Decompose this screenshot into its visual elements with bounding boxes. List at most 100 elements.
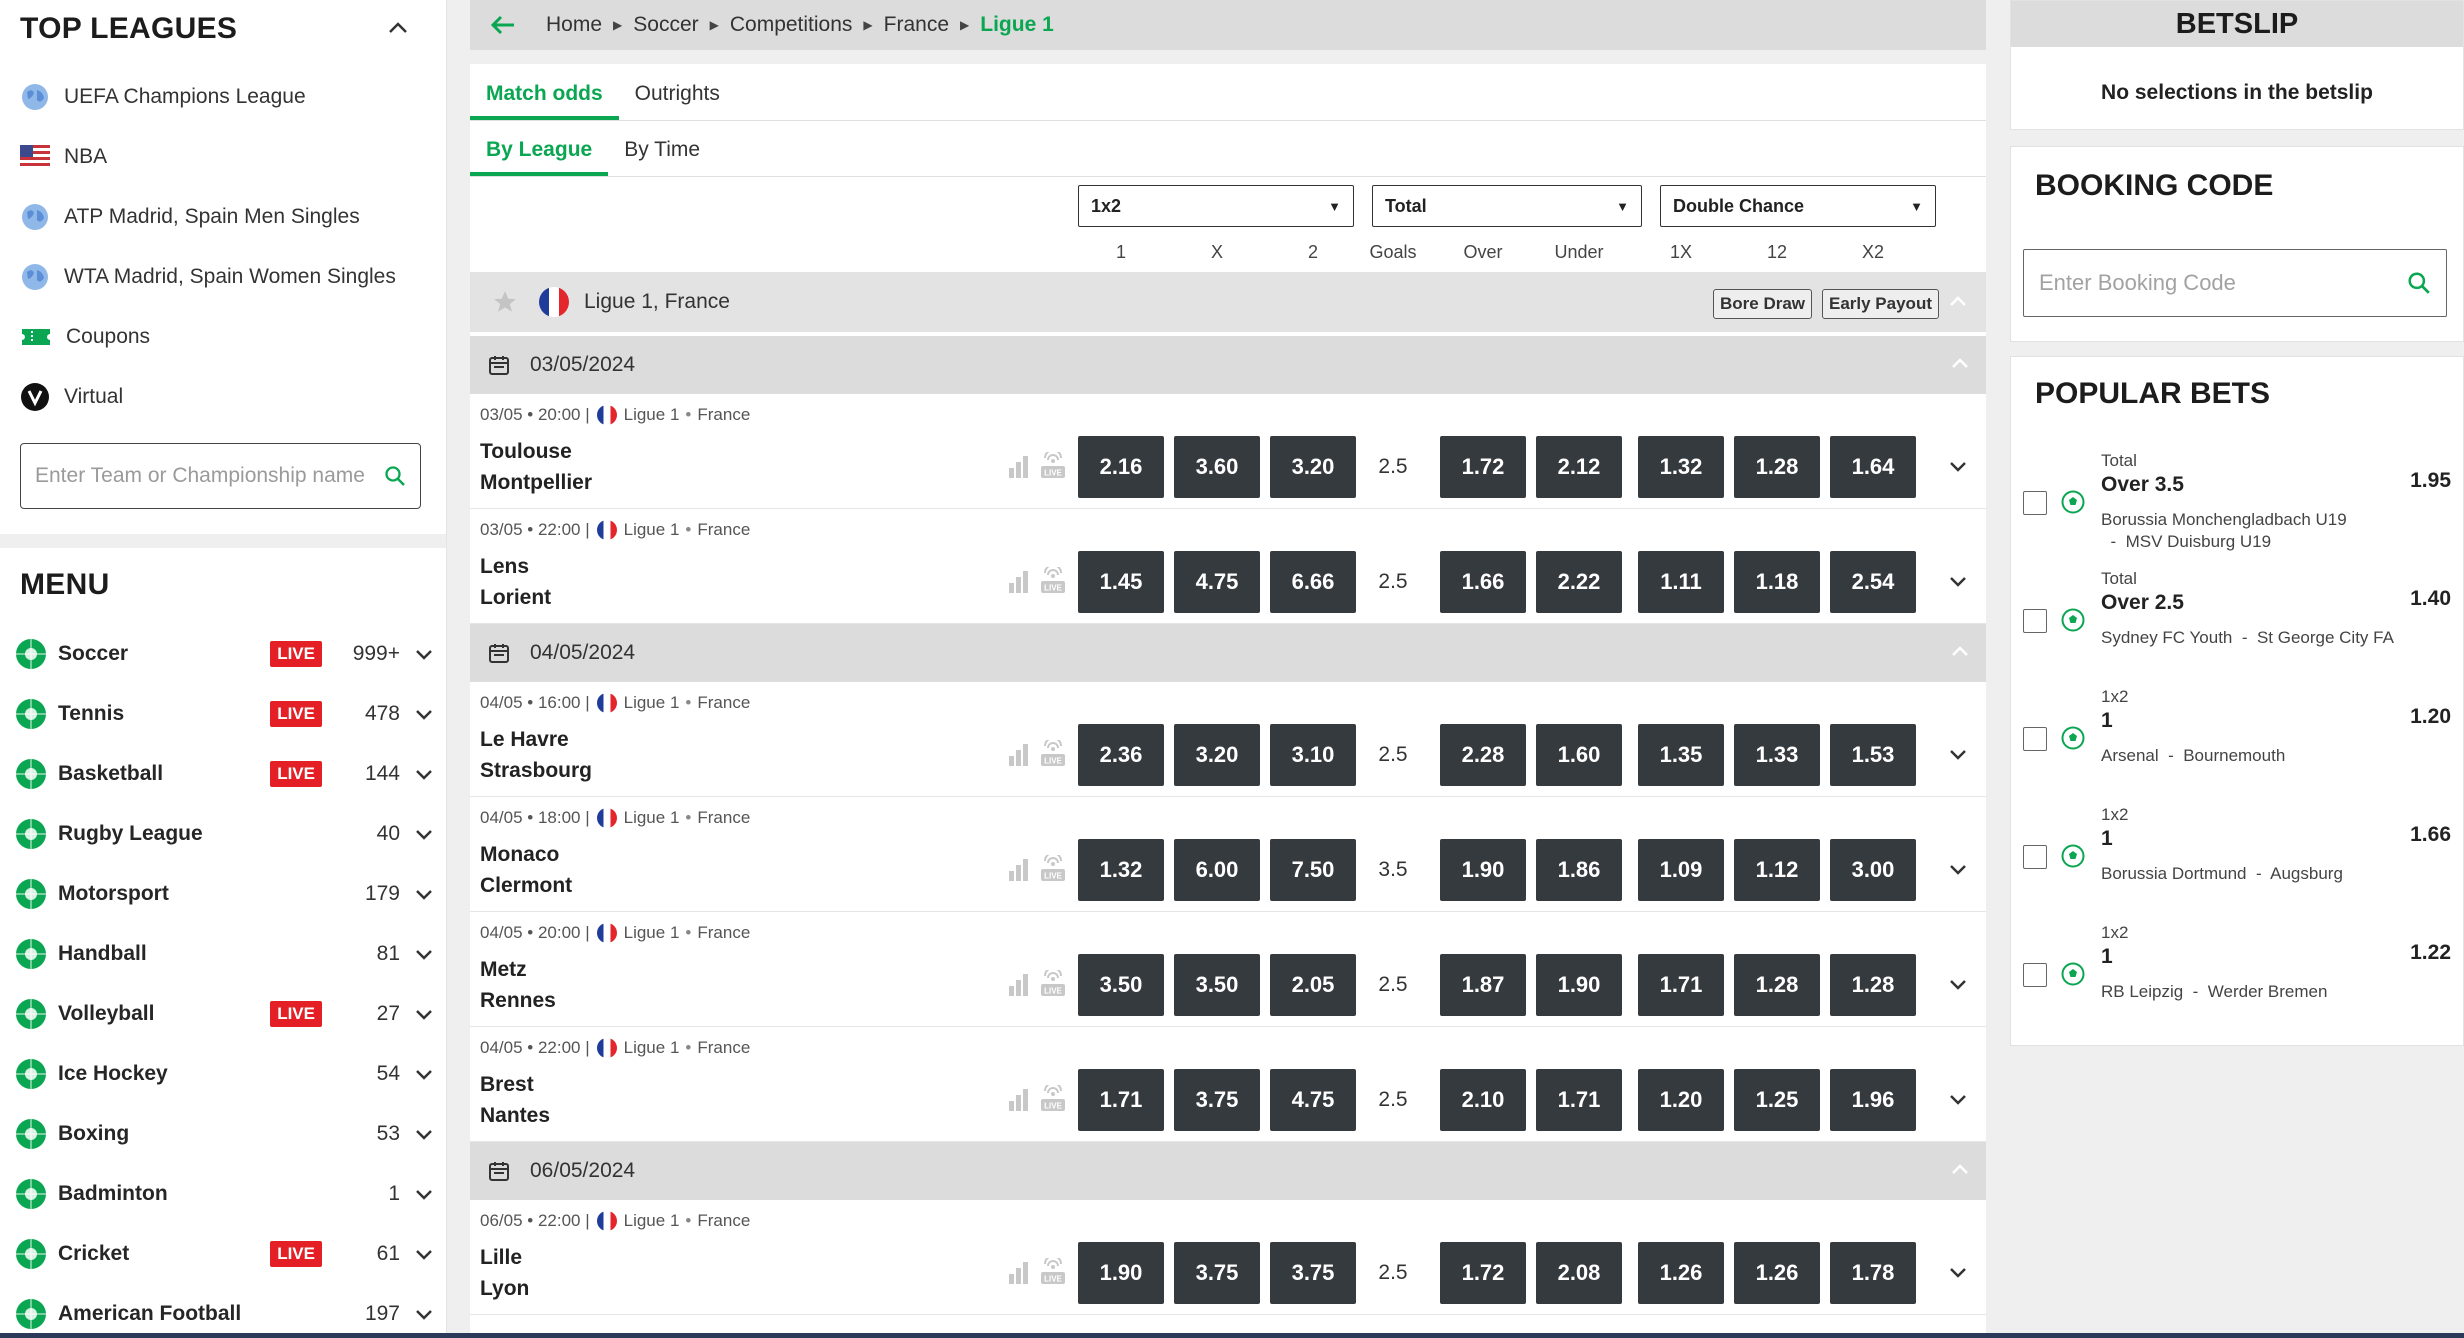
home-team[interactable]: Toulouse (480, 440, 572, 464)
live-stream-icon[interactable]: LIVE (1040, 1085, 1066, 1113)
odds-button-2[interactable]: 7.50 (1270, 839, 1356, 901)
odds-button-x2[interactable]: 1.78 (1830, 1242, 1916, 1304)
breadcrumb-home[interactable]: Home (546, 13, 602, 37)
breadcrumb-ligue-1[interactable]: Ligue 1 (980, 13, 1054, 37)
odds-button-x2[interactable]: 1.96 (1830, 1069, 1916, 1131)
popular-bet-checkbox[interactable] (2023, 963, 2047, 987)
chevron-down-icon[interactable] (1948, 976, 1968, 992)
odds-button-2[interactable]: 2.05 (1270, 954, 1356, 1016)
popular-bet-price[interactable]: 1.95 (2410, 469, 2451, 493)
odds-button-x[interactable]: 3.75 (1174, 1242, 1260, 1304)
odds-button-over[interactable]: 2.28 (1440, 724, 1526, 786)
odds-button-under[interactable]: 1.60 (1536, 724, 1622, 786)
live-stream-icon[interactable]: LIVE (1040, 452, 1066, 480)
chevron-down-icon[interactable] (1948, 458, 1968, 474)
top-league-item[interactable]: WTA Madrid, Spain Women Singles (20, 255, 420, 299)
away-team[interactable]: Lorient (480, 586, 551, 610)
odds-button-x2[interactable]: 1.28 (1830, 954, 1916, 1016)
chevron-down-icon[interactable] (1948, 573, 1968, 589)
home-team[interactable]: Lille (480, 1246, 522, 1270)
market-select-1x2[interactable]: 1x2 ▼ (1078, 185, 1354, 227)
live-stream-icon[interactable]: LIVE (1040, 740, 1066, 768)
team-search-field[interactable] (20, 443, 421, 509)
chevron-down-icon[interactable] (1948, 1264, 1968, 1280)
popular-bet-checkbox[interactable] (2023, 491, 2047, 515)
top-league-item[interactable]: UEFA Champions League (20, 75, 420, 119)
odds-button-1x[interactable]: 1.35 (1638, 724, 1724, 786)
chevron-up-icon[interactable] (1950, 1162, 1970, 1176)
stats-icon[interactable] (1008, 1260, 1030, 1286)
breadcrumb-soccer[interactable]: Soccer (633, 13, 698, 37)
odds-button-1x[interactable]: 1.71 (1638, 954, 1724, 1016)
home-team[interactable]: Le Havre (480, 728, 569, 752)
odds-button-2[interactable]: 3.75 (1270, 1242, 1356, 1304)
odds-button-1[interactable]: 3.50 (1078, 954, 1164, 1016)
stats-icon[interactable] (1008, 742, 1030, 768)
odds-button-x[interactable]: 3.20 (1174, 724, 1260, 786)
stats-icon[interactable] (1008, 1087, 1030, 1113)
chevron-down-icon[interactable] (414, 1186, 434, 1202)
odds-button-x[interactable]: 3.75 (1174, 1069, 1260, 1131)
away-team[interactable]: Strasbourg (480, 759, 592, 783)
chevron-down-icon[interactable] (414, 766, 434, 782)
odds-button-over[interactable]: 1.90 (1440, 839, 1526, 901)
sport-item-rugby-league[interactable]: Rugby League 40 (14, 806, 434, 862)
odds-button-1[interactable]: 1.90 (1078, 1242, 1164, 1304)
odds-button-under[interactable]: 2.12 (1536, 436, 1622, 498)
chevron-down-icon[interactable] (414, 826, 434, 842)
chevron-down-icon[interactable] (414, 646, 434, 662)
booking-code-input[interactable] (2039, 270, 2407, 296)
tab-match-odds[interactable]: Match odds (470, 68, 619, 120)
chevron-up-icon[interactable] (1950, 356, 1970, 370)
chevron-up-icon[interactable] (1950, 644, 1970, 658)
odds-button-under[interactable]: 2.22 (1536, 551, 1622, 613)
sport-item-cricket[interactable]: Cricket LIVE 61 (14, 1226, 434, 1282)
chevron-down-icon[interactable] (414, 1066, 434, 1082)
stats-icon[interactable] (1008, 857, 1030, 883)
breadcrumb-france[interactable]: France (884, 13, 949, 37)
odds-button-2[interactable]: 6.66 (1270, 551, 1356, 613)
odds-button-12[interactable]: 1.26 (1734, 1242, 1820, 1304)
odds-button-under[interactable]: 1.71 (1536, 1069, 1622, 1131)
odds-button-12[interactable]: 1.33 (1734, 724, 1820, 786)
sport-item-badminton[interactable]: Badminton 1 (14, 1166, 434, 1222)
odds-button-1[interactable]: 1.45 (1078, 551, 1164, 613)
odds-button-x2[interactable]: 2.54 (1830, 551, 1916, 613)
chevron-down-icon[interactable] (1948, 746, 1968, 762)
chevron-down-icon[interactable] (414, 1126, 434, 1142)
chevron-up-icon[interactable] (386, 16, 410, 40)
chevron-down-icon[interactable] (414, 1006, 434, 1022)
live-stream-icon[interactable]: LIVE (1040, 970, 1066, 998)
popular-bet-checkbox[interactable] (2023, 609, 2047, 633)
tab-by-league[interactable]: By League (470, 124, 609, 176)
away-team[interactable]: Montpellier (480, 471, 592, 495)
away-team[interactable]: Lyon (480, 1277, 529, 1301)
popular-bet-checkbox[interactable] (2023, 727, 2047, 751)
search-icon[interactable] (384, 465, 406, 487)
odds-button-2[interactable]: 4.75 (1270, 1069, 1356, 1131)
sport-item-handball[interactable]: Handball 81 (14, 926, 434, 982)
stats-icon[interactable] (1008, 569, 1030, 595)
popular-bet-price[interactable]: 1.20 (2410, 705, 2451, 729)
popular-bet-price[interactable]: 1.40 (2410, 587, 2451, 611)
chevron-down-icon[interactable] (414, 886, 434, 902)
sport-item-soccer[interactable]: Soccer LIVE 999+ (14, 626, 434, 682)
odds-button-1x[interactable]: 1.26 (1638, 1242, 1724, 1304)
top-league-item[interactable]: NBA (20, 135, 420, 179)
chevron-down-icon[interactable] (414, 706, 434, 722)
away-team[interactable]: Nantes (480, 1104, 550, 1128)
stats-icon[interactable] (1008, 972, 1030, 998)
stats-icon[interactable] (1008, 454, 1030, 480)
odds-button-12[interactable]: 1.28 (1734, 436, 1820, 498)
odds-button-over[interactable]: 1.72 (1440, 1242, 1526, 1304)
market-select-double-chance[interactable]: Double Chance ▼ (1660, 185, 1936, 227)
tab-outrights[interactable]: Outrights (619, 68, 736, 120)
home-team[interactable]: Lens (480, 555, 529, 579)
tab-by-time[interactable]: By Time (608, 124, 716, 176)
chevron-down-icon[interactable] (1948, 861, 1968, 877)
sport-item-motorsport[interactable]: Motorsport 179 (14, 866, 434, 922)
odds-button-1x[interactable]: 1.32 (1638, 436, 1724, 498)
popular-bet-price[interactable]: 1.22 (2410, 941, 2451, 965)
odds-button-12[interactable]: 1.12 (1734, 839, 1820, 901)
odds-button-x[interactable]: 3.60 (1174, 436, 1260, 498)
